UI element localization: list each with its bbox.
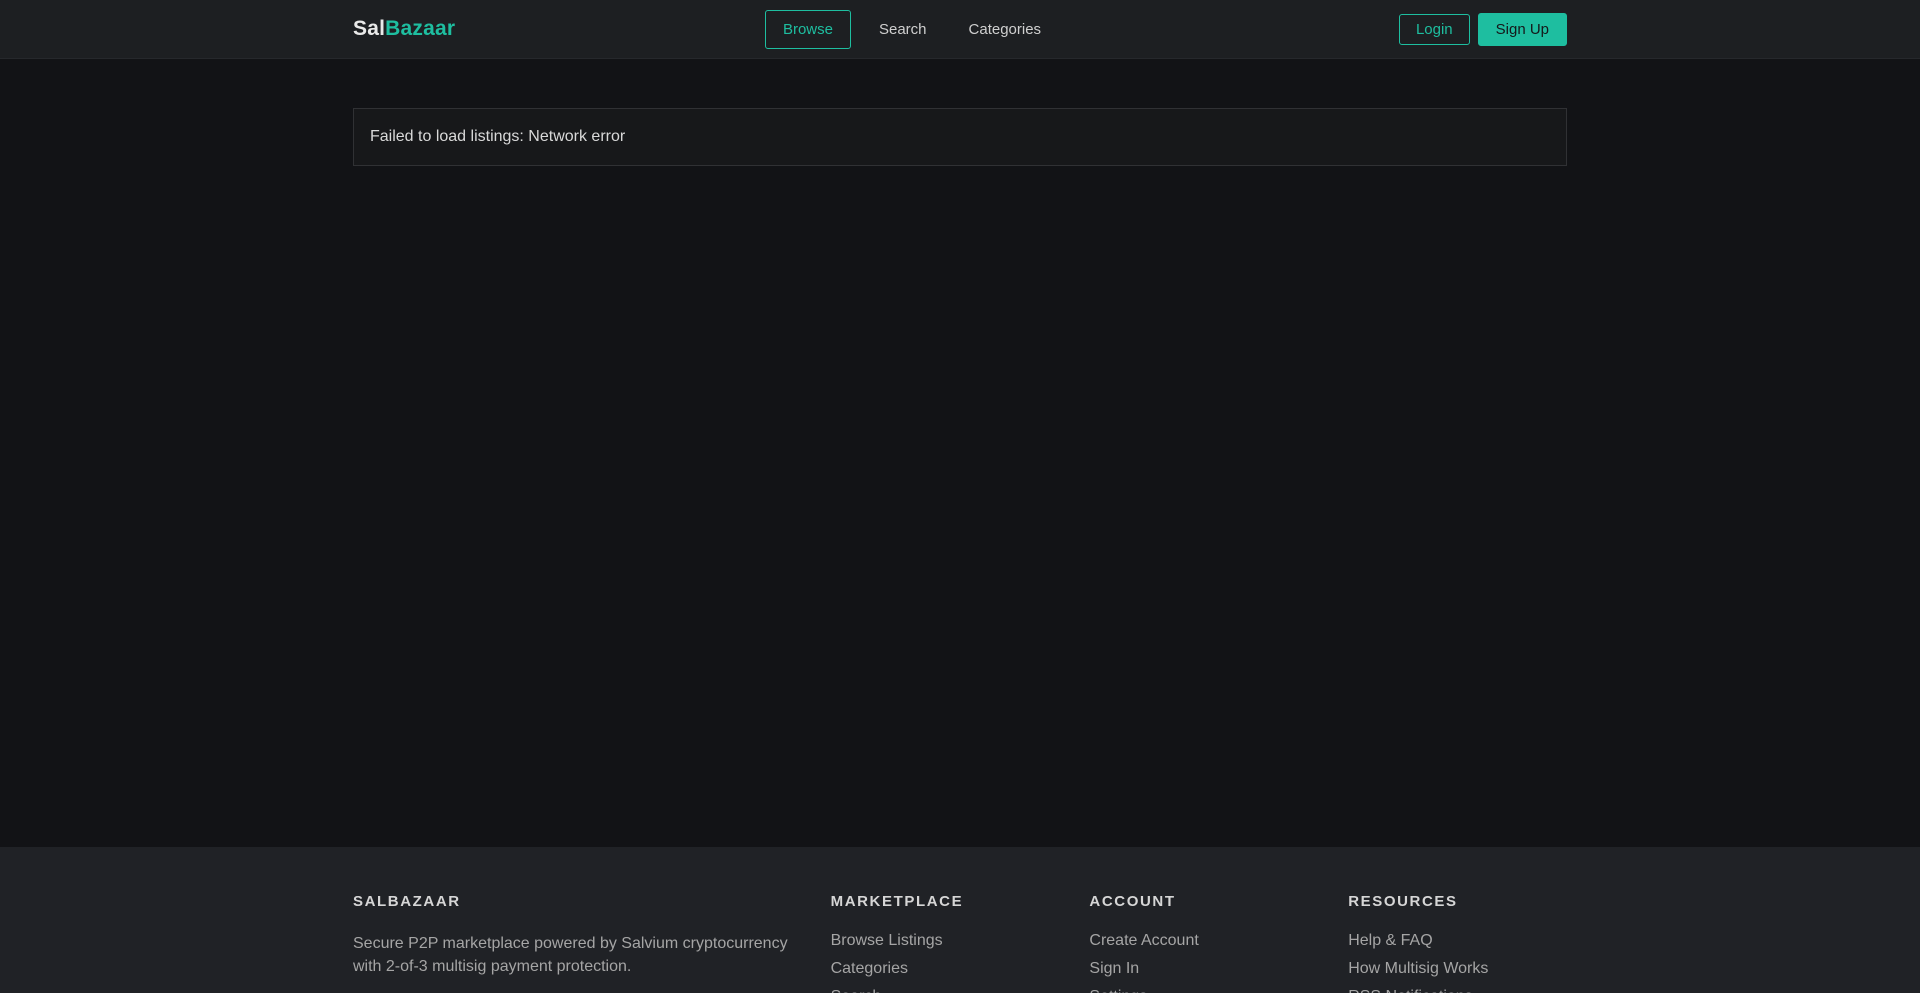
- nav-item-categories[interactable]: Categories: [955, 11, 1056, 48]
- main-content: Failed to load listings: Network error: [0, 108, 1920, 847]
- header-auth: Login Sign Up: [1105, 13, 1567, 46]
- footer-account-column: ACCOUNT Create Account Sign In Settings: [1089, 893, 1308, 993]
- footer-link-search[interactable]: Search: [831, 988, 882, 993]
- error-message: Failed to load listings: Network error: [370, 128, 625, 145]
- footer-marketplace-heading: MARKETPLACE: [831, 893, 1050, 910]
- error-banner: Failed to load listings: Network error: [353, 108, 1567, 166]
- footer-link-browse-listings[interactable]: Browse Listings: [831, 932, 943, 950]
- login-button[interactable]: Login: [1399, 14, 1470, 45]
- main-nav: Browse Search Categories: [765, 10, 1055, 49]
- nav-item-browse[interactable]: Browse: [765, 10, 851, 49]
- footer-about-column: SALBAZAAR Secure P2P marketplace powered…: [353, 893, 791, 993]
- footer-link-sign-in[interactable]: Sign In: [1089, 960, 1139, 978]
- footer-link-rss-notifications[interactable]: RSS Notifications: [1348, 988, 1473, 993]
- footer-link-categories[interactable]: Categories: [831, 960, 908, 978]
- footer-link-how-multisig-works[interactable]: How Multisig Works: [1348, 960, 1488, 978]
- footer-link-create-account[interactable]: Create Account: [1089, 932, 1198, 950]
- footer-link-settings[interactable]: Settings: [1089, 988, 1147, 993]
- site-footer: SALBAZAAR Secure P2P marketplace powered…: [0, 847, 1920, 993]
- footer-marketplace-column: MARKETPLACE Browse Listings Categories S…: [831, 893, 1050, 993]
- site-header: SalBazaar Browse Search Categories Login…: [0, 0, 1920, 59]
- nav-item-search[interactable]: Search: [865, 11, 941, 48]
- header-left: SalBazaar: [353, 17, 815, 41]
- brand-logo-prefix: Sal: [353, 17, 385, 40]
- footer-resources-column: RESOURCES Help & FAQ How Multisig Works …: [1348, 893, 1567, 993]
- brand-logo-suffix: Bazaar: [385, 17, 455, 40]
- brand-logo[interactable]: SalBazaar: [353, 17, 455, 41]
- footer-account-heading: ACCOUNT: [1089, 893, 1308, 910]
- footer-resources-heading: RESOURCES: [1348, 893, 1567, 910]
- signup-button[interactable]: Sign Up: [1478, 13, 1567, 46]
- footer-about-heading: SALBAZAAR: [353, 893, 791, 910]
- footer-about-description: Secure P2P marketplace powered by Salviu…: [353, 932, 791, 978]
- footer-link-help-faq[interactable]: Help & FAQ: [1348, 932, 1432, 950]
